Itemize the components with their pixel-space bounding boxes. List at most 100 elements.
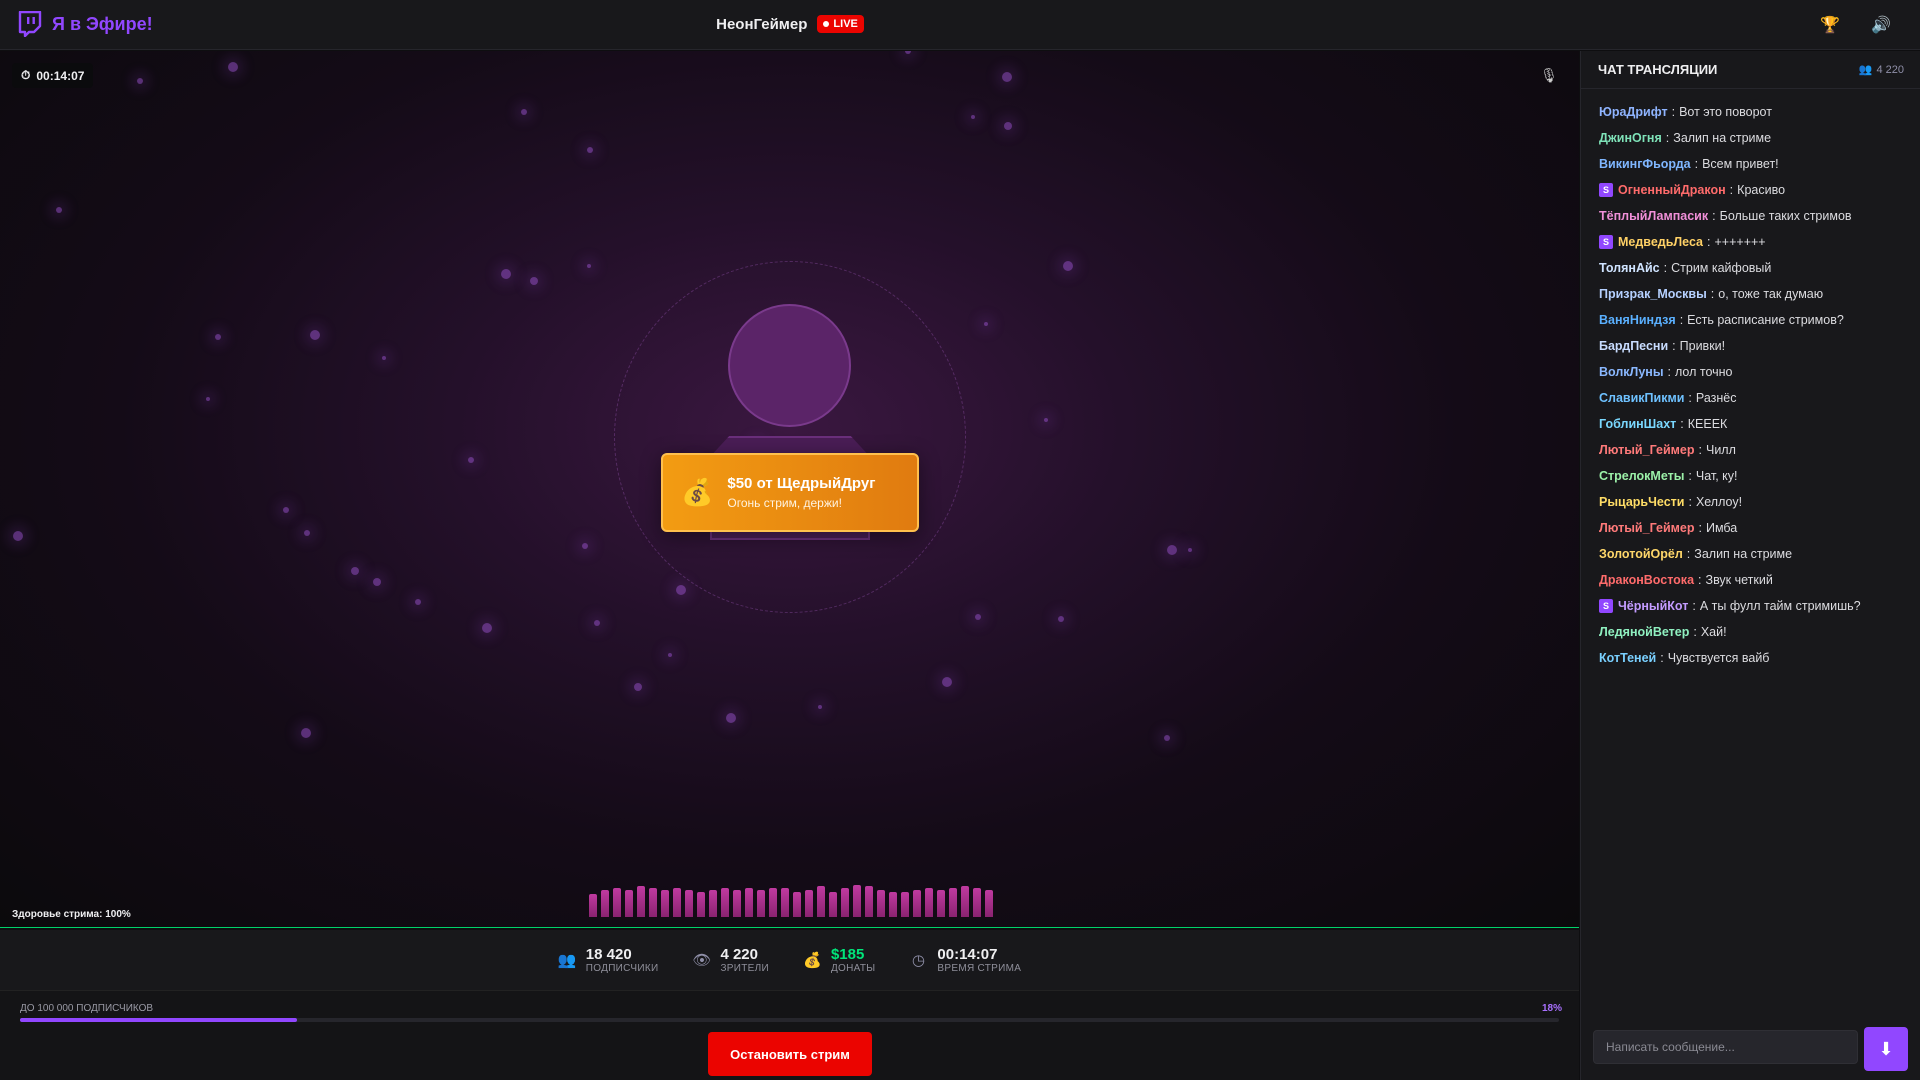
audio-equalizer <box>589 885 993 917</box>
particle-dot <box>726 713 736 723</box>
chat-message: СтрелокМеты: Чат, ку! <box>1599 463 1904 489</box>
equalizer-bar <box>697 892 705 917</box>
chat-username[interactable]: КотТеней <box>1599 645 1656 671</box>
chat-message: ВикингФьорда: Всем привет! <box>1599 151 1904 177</box>
chat-username[interactable]: МедведьЛеса <box>1618 229 1703 255</box>
chat-text: лол точно <box>1674 365 1733 379</box>
chat-username[interactable]: СлавикПикми <box>1599 385 1684 411</box>
particle-dot <box>587 147 593 153</box>
chat-message: РыцарьЧести: Хеллоу! <box>1599 489 1904 515</box>
stat-clock: ◷ 00:14:07 ВРЕМЯ СТРИМА <box>909 946 1021 974</box>
chat-username[interactable]: ДжинОгня <box>1599 125 1662 151</box>
equalizer-bar <box>901 892 909 917</box>
chat-username[interactable]: ВикингФьорда <box>1599 151 1691 177</box>
particle-dot <box>521 109 527 115</box>
stop-stream-button[interactable]: Остановить стрим <box>708 1032 872 1076</box>
equalizer-bar <box>601 890 609 917</box>
particle-dot <box>301 728 311 738</box>
stream-stats: 👥 18 420 ПОДПИСЧИКИ 👁 4 220 ЗРИТЕЛИ 💰 $185 ДОНАТ… <box>0 930 1579 990</box>
microphone-icon[interactable]: 🎙 <box>1538 67 1560 89</box>
particle-dot <box>206 397 210 401</box>
chat-messages: ЮраДрифт: Вот это поворот ДжинОгня: Залип н… <box>1581 89 1920 671</box>
equalizer-bar <box>925 888 933 917</box>
users-icon: 👥 <box>1858 64 1873 76</box>
chat-separator: : <box>1694 157 1699 171</box>
chat-username[interactable]: ОгненныйДракон <box>1618 177 1726 203</box>
particle-dot <box>975 614 981 620</box>
chat-username[interactable]: ЗолотойОрёл <box>1599 541 1683 567</box>
chat-text: Залип на стриме <box>1673 131 1772 145</box>
particle-dot <box>818 705 822 709</box>
chat-separator: : <box>1688 469 1692 483</box>
particle-dot <box>942 677 952 687</box>
stream-health-bar <box>0 927 1579 928</box>
money-bag-icon: 💰 <box>681 477 714 507</box>
chat-separator: : <box>1688 391 1692 405</box>
money-bag-icon: 💰 <box>802 952 822 969</box>
live-label: LIVE <box>833 18 858 30</box>
chat-username[interactable]: ЧёрныйКот <box>1618 593 1688 619</box>
particle-dot <box>634 683 642 691</box>
chat-username[interactable]: ТёплыйЛампасик <box>1599 203 1708 229</box>
chat-username[interactable]: Призрак_Москвы <box>1599 281 1707 307</box>
chat-separator: : <box>1688 495 1692 509</box>
equalizer-bar <box>781 888 789 917</box>
particle-dot <box>415 599 421 605</box>
stat-label: ПОДПИСЧИКИ <box>585 963 659 974</box>
donation-content: $50 от ЩедрыйДруг Огонь стрим, держи! <box>727 475 875 510</box>
chat-text: Чувствуется вайб <box>1667 651 1770 665</box>
particle-dot <box>56 207 62 213</box>
speaker-icon[interactable]: 🔊 <box>1870 14 1892 36</box>
chat-message: S ЧёрныйКот: А ты фулл тайм стримишь? <box>1599 593 1904 619</box>
chat-username[interactable]: ВаняНиндзя <box>1599 307 1676 333</box>
stream-health-label: Здоровье стрима: 100% <box>12 909 131 920</box>
chat-message-input[interactable] <box>1593 1030 1858 1064</box>
avatar-head <box>728 304 851 427</box>
chat-username[interactable]: Лютый_Геймер <box>1599 437 1695 463</box>
chat-viewer-count-value: 4 220 <box>1876 63 1904 76</box>
chat-username[interactable]: ЮраДрифт <box>1599 99 1668 125</box>
chat-separator: : <box>1698 573 1702 587</box>
equalizer-bar <box>817 886 825 917</box>
chat-username[interactable]: ДраконВостока <box>1599 567 1694 593</box>
chat-username[interactable]: СтрелокМеты <box>1599 463 1684 489</box>
particle-dot <box>137 78 143 84</box>
chat-input-area: ⬇ <box>1581 1011 1920 1080</box>
particle-dot <box>676 585 686 595</box>
chat-message: ТёплыйЛампасик: Больше таких стримов <box>1599 203 1904 229</box>
chat-username[interactable]: ГоблинШахт <box>1599 411 1676 437</box>
chat-text: Залип на стриме <box>1694 547 1793 561</box>
chat-text: Хай! <box>1700 625 1727 639</box>
chat-username[interactable]: Лютый_Геймер <box>1599 515 1695 541</box>
chat-username[interactable]: ЛедянойВетер <box>1599 619 1689 645</box>
chat-text: Чилл <box>1705 443 1736 457</box>
stat-label: ВРЕМЯ СТРИМА <box>937 963 1022 974</box>
clock-icon: ◷ <box>911 952 925 969</box>
particle-dot <box>971 115 975 119</box>
stream-timer: ⏱ 00:14:07 <box>12 63 94 88</box>
particle-dot <box>1002 72 1012 82</box>
chat-username[interactable]: РыцарьЧести <box>1599 489 1684 515</box>
equalizer-bar <box>589 894 597 917</box>
chat-message: ТолянАйс: Стрим кайфовый <box>1599 255 1904 281</box>
chat-message: S ОгненныйДракон: Красиво <box>1599 177 1904 203</box>
chat-message: ДраконВостока: Звук четкий <box>1599 567 1904 593</box>
chat-username[interactable]: БардПесни <box>1599 333 1668 359</box>
equalizer-bar <box>985 890 993 917</box>
particle-dot <box>668 653 672 657</box>
chat-username[interactable]: ВолкЛуны <box>1599 359 1664 385</box>
chat-username[interactable]: ТолянАйс <box>1599 255 1660 281</box>
equalizer-bar <box>673 888 681 917</box>
particle-dot <box>382 356 386 360</box>
equalizer-bar <box>829 892 837 917</box>
users-icon: 👥 <box>557 952 577 969</box>
trophy-icon[interactable]: 🏆 <box>1819 14 1841 36</box>
equalizer-bar <box>637 886 645 917</box>
equalizer-bar <box>949 888 957 917</box>
chat-text: +++++++ <box>1714 235 1766 249</box>
streamer-name[interactable]: НеонГеймер <box>716 16 807 33</box>
equalizer-bar <box>769 888 777 917</box>
send-message-button[interactable]: ⬇ <box>1864 1027 1908 1071</box>
particle-dot <box>1164 735 1170 741</box>
stat-users: 👥 18 420 ПОДПИСЧИКИ <box>558 946 659 974</box>
